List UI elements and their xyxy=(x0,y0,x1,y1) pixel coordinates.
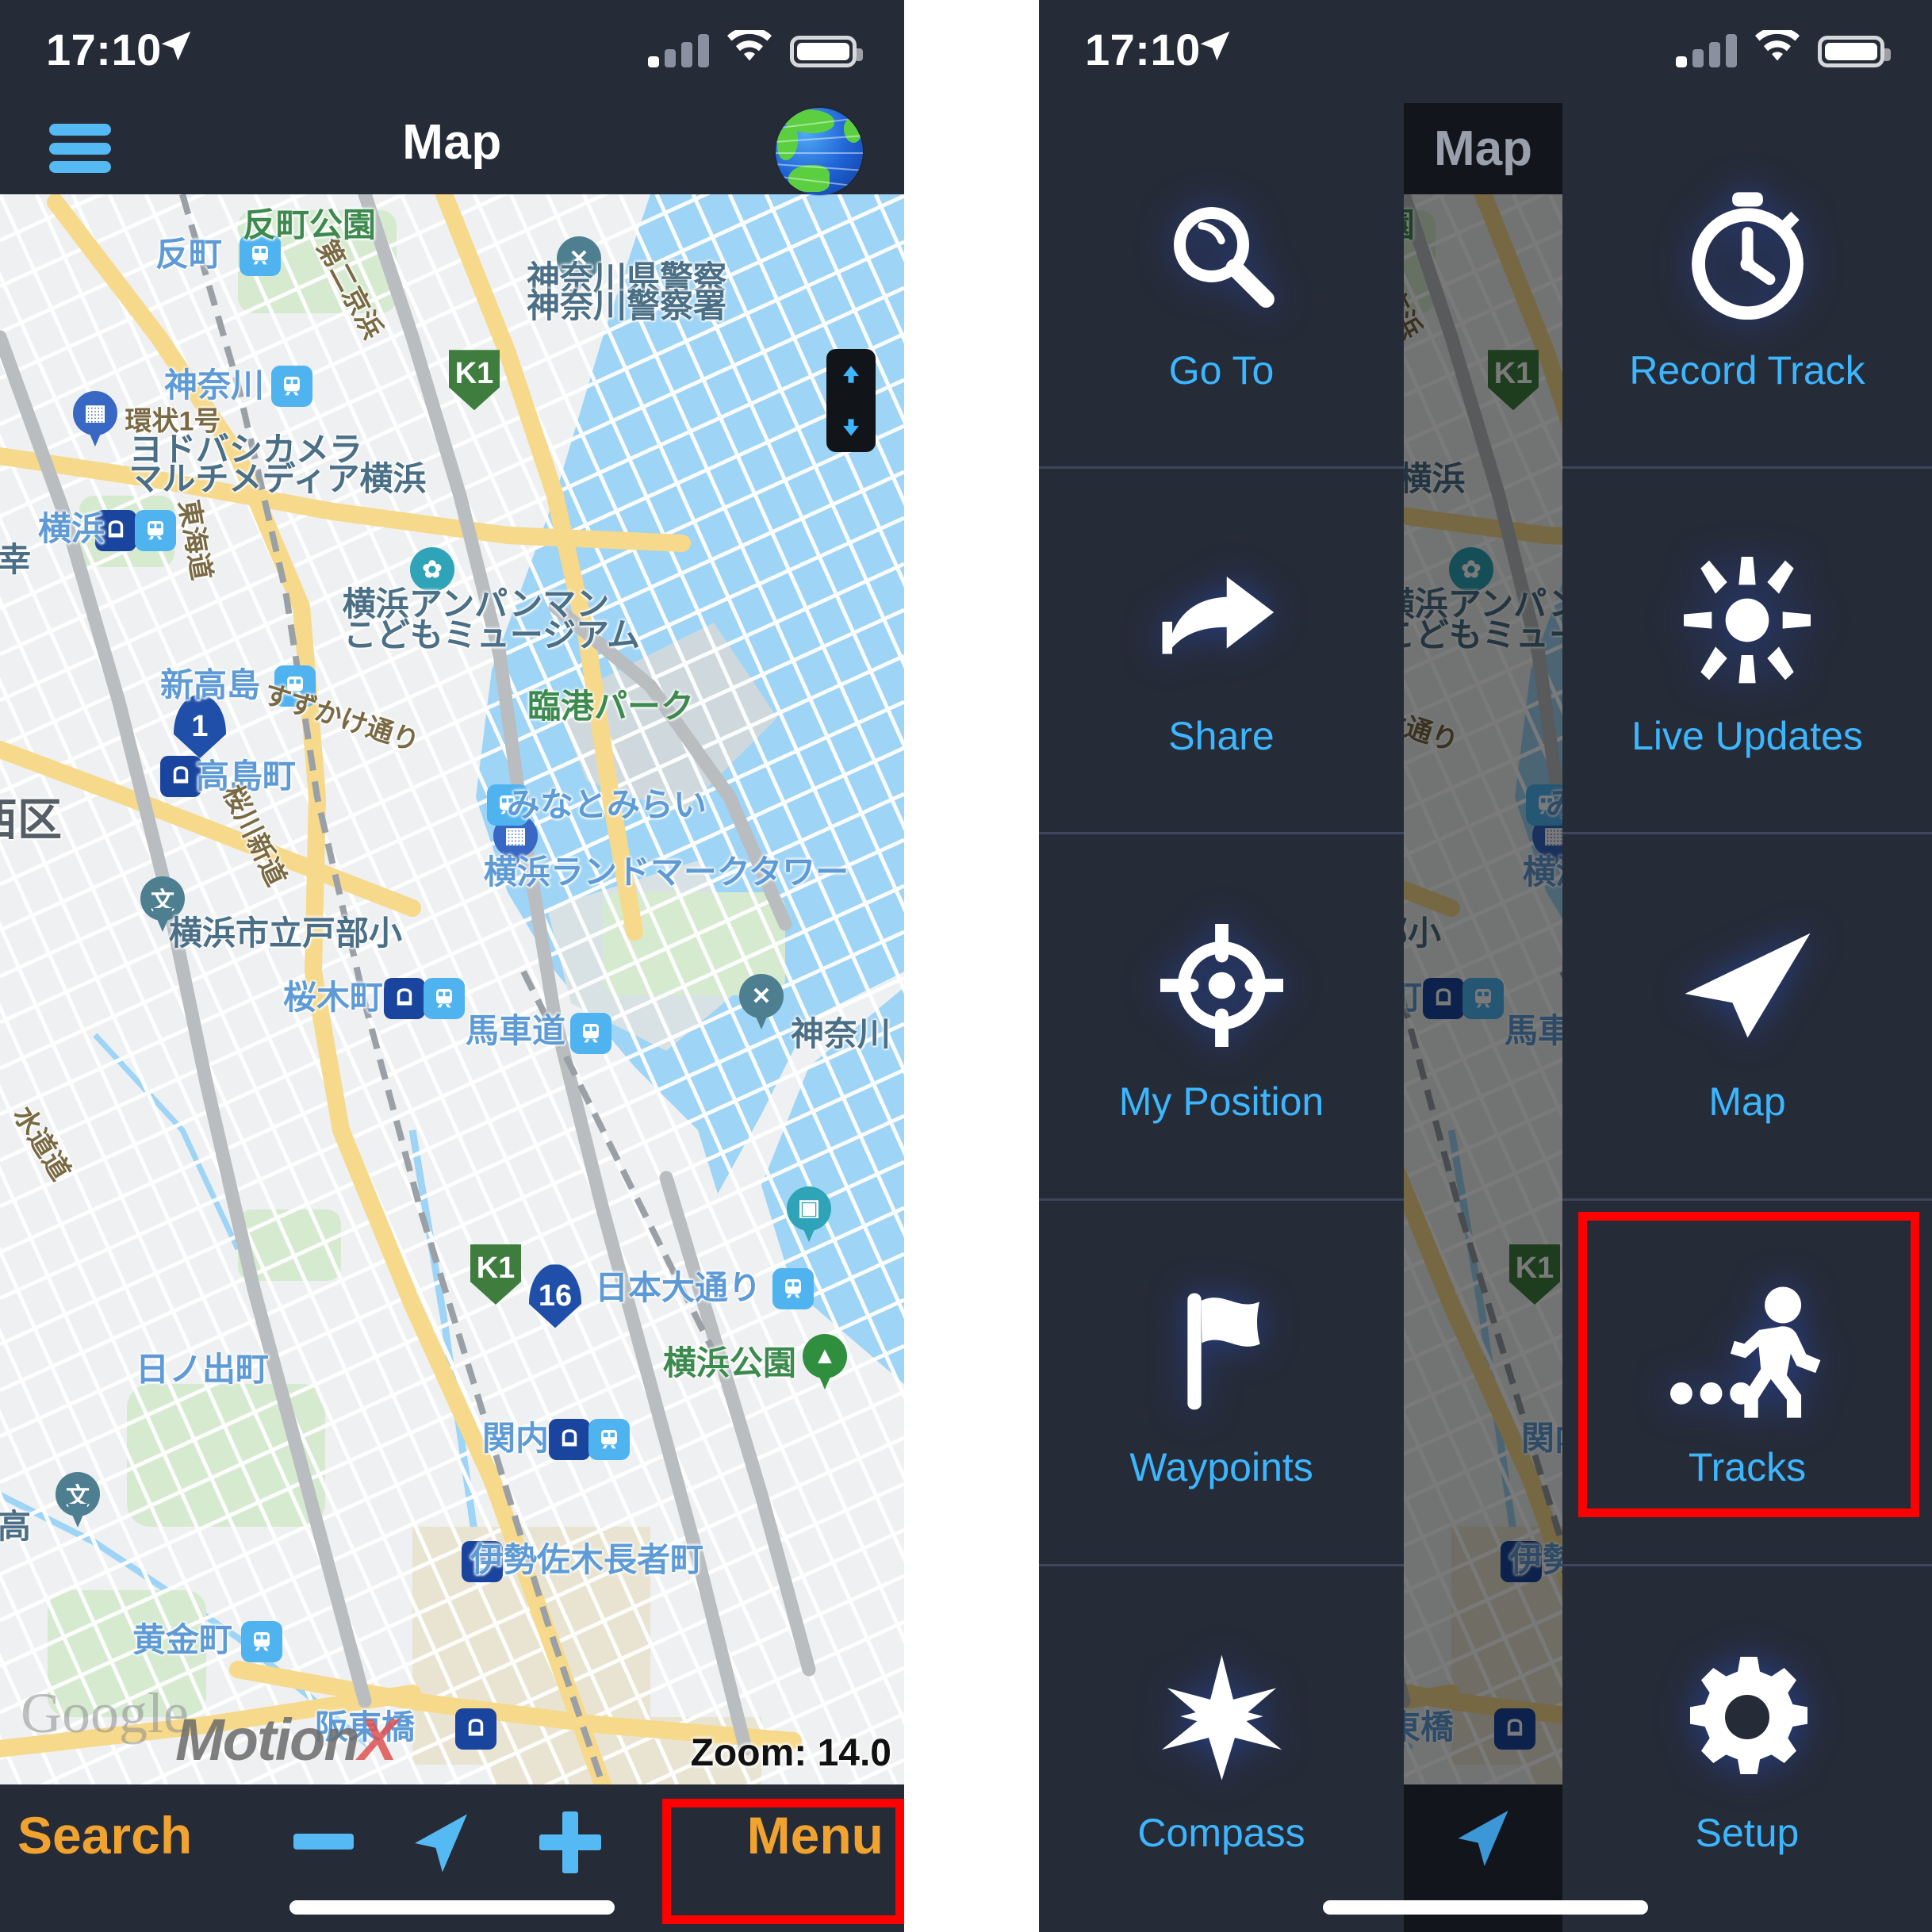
motionx-watermark: MotionX xyxy=(175,1706,397,1773)
battery-full-icon xyxy=(1818,36,1891,67)
motionx-watermark-text: Motion xyxy=(175,1707,359,1773)
map-pin[interactable]: ▦ xyxy=(73,391,117,448)
subway-station-icon[interactable] xyxy=(95,509,136,551)
train-station-icon[interactable] xyxy=(135,509,176,551)
globe-icon[interactable] xyxy=(776,108,863,195)
train-station-icon[interactable] xyxy=(487,784,528,826)
walking-person-icon xyxy=(1669,1276,1825,1427)
flag-icon xyxy=(1162,1276,1281,1427)
background-page-title: Map xyxy=(1434,121,1532,176)
menu-item-label: My Position xyxy=(1118,1079,1324,1124)
location-arrow-icon[interactable] xyxy=(406,1808,476,1878)
up-down-arrows-icon[interactable] xyxy=(826,349,876,452)
crosshair-icon xyxy=(1160,910,1283,1061)
home-indicator xyxy=(1323,1900,1648,1915)
menu-item-live-updates[interactable]: Live Updates xyxy=(1562,469,1932,836)
subway-station-icon[interactable] xyxy=(455,1708,496,1750)
status-bar-time: 17:10 xyxy=(46,25,162,75)
menu-item-waypoints[interactable]: Waypoints xyxy=(1039,1201,1404,1568)
battery-full-icon xyxy=(790,36,863,67)
menu-screen-panel: ✕▦✿▦文文✕▣▲K11K116反町公園反町第二京浜神奈川県警察神奈川警察署神奈… xyxy=(1039,0,1932,1932)
map-pin[interactable]: ✿ xyxy=(410,547,454,604)
menu-column-right: Record Track Live Updates Map Tracks Setup xyxy=(1562,0,1932,1932)
menu-item-label: Record Track xyxy=(1629,347,1865,393)
map-pin[interactable]: 文 xyxy=(140,876,185,933)
map-viewport[interactable]: ✕ ▦ ✿ ▦ 文文 ✕ ▣ ▲ K1 1 K1 16 反町公園 反町 第二京浜 神奈川県警察 神奈川警察署 神奈… xyxy=(0,194,904,1784)
subway-station-icon[interactable] xyxy=(549,1419,590,1461)
map-pin[interactable]: ✕ xyxy=(739,974,784,1031)
menu-item-label: Go To xyxy=(1168,347,1275,393)
train-station-icon[interactable] xyxy=(274,665,316,707)
menu-item-setup[interactable]: Setup xyxy=(1562,1566,1932,1932)
subway-station-icon[interactable] xyxy=(160,755,201,797)
cellular-signal-icon xyxy=(648,34,709,67)
stopwatch-icon xyxy=(1686,179,1809,330)
menu-item-label: Map xyxy=(1708,1079,1786,1124)
menu-item-go-to[interactable]: Go To xyxy=(1039,103,1404,470)
menu-item-compass[interactable]: Compass xyxy=(1039,1566,1404,1932)
wifi-icon xyxy=(1754,27,1800,67)
background-map-strip: ✕▦✿▦文文✕▣▲K11K116反町公園反町第二京浜神奈川県警察神奈川警察署神奈… xyxy=(1404,0,1562,1932)
location-arrow-icon xyxy=(1198,29,1232,63)
plus-icon[interactable] xyxy=(539,1811,601,1873)
map-pin[interactable]: 文 xyxy=(56,1471,100,1529)
gear-icon xyxy=(1684,1642,1811,1792)
menu-item-label: Tracks xyxy=(1688,1445,1807,1490)
map-toolbar: Search Menu xyxy=(0,1784,904,1932)
menu-item-label: Setup xyxy=(1695,1811,1800,1856)
train-station-icon[interactable] xyxy=(772,1268,814,1310)
menu-item-map[interactable]: Map xyxy=(1562,834,1932,1202)
page-title: Map xyxy=(402,115,502,170)
map-pin[interactable]: ▲ xyxy=(803,1334,847,1391)
menu-item-share[interactable]: Share xyxy=(1039,469,1404,836)
status-bar: 17:10 xyxy=(0,0,904,103)
share-arrow-icon xyxy=(1156,545,1287,696)
menu-item-record-track[interactable]: Record Track xyxy=(1562,103,1932,470)
map-pin[interactable]: ▣ xyxy=(787,1186,831,1244)
menu-item-my-position[interactable]: My Position xyxy=(1039,834,1404,1202)
status-bar-indicators xyxy=(1676,27,1891,67)
menu-item-tracks[interactable]: Tracks xyxy=(1562,1201,1932,1568)
map-pin[interactable]: ✕ xyxy=(557,236,601,293)
motionx-watermark-accent: X xyxy=(358,1707,397,1773)
menu-column-left: Go To Share My Position Waypoints Compass xyxy=(1039,0,1404,1932)
train-station-icon[interactable] xyxy=(241,1620,282,1662)
compass-star-icon xyxy=(1156,1642,1287,1792)
screenshot-stage: 17:10 Map ✕ ▦ ✿ ▦ 文 文 ✕ ▣ ▲ K1 1 K1 16 反… xyxy=(0,0,1932,1932)
status-bar-time: 17:10 xyxy=(1085,25,1201,75)
zoom-level-label: Zoom: 14.0 xyxy=(690,1732,891,1774)
menu-item-label: Waypoints xyxy=(1129,1445,1313,1490)
magnifier-icon xyxy=(1162,179,1281,330)
train-station-icon[interactable] xyxy=(570,1013,611,1055)
search-button[interactable]: Search xyxy=(17,1805,192,1865)
map-screen-panel: 17:10 Map ✕ ▦ ✿ ▦ 文 文 ✕ ▣ ▲ K1 1 K1 16 反… xyxy=(0,0,904,1932)
cellular-signal-icon xyxy=(1676,34,1737,67)
google-attribution: Google xyxy=(21,1681,189,1745)
menu-item-label: Live Updates xyxy=(1631,713,1863,758)
dim-overlay xyxy=(1404,0,1562,1932)
home-indicator xyxy=(289,1900,615,1915)
location-arrow-icon xyxy=(1678,910,1817,1061)
menu-button[interactable]: Menu xyxy=(747,1805,884,1865)
train-station-icon[interactable] xyxy=(240,235,281,277)
status-bar: 17:10 xyxy=(1039,0,1932,103)
train-station-icon[interactable] xyxy=(588,1419,630,1461)
menu-item-label: Share xyxy=(1168,713,1275,758)
location-arrow-icon xyxy=(159,29,194,63)
location-arrow-icon xyxy=(1458,1811,1508,1866)
map-canvas: ✕ ▦ ✿ ▦ 文文 ✕ ▣ ▲ K1 1 K1 16 反町公園 反町 第二京浜 神奈川県警察 神奈川警察署 神奈… xyxy=(0,194,904,1784)
subway-station-icon[interactable] xyxy=(384,978,425,1020)
menu-item-label: Compass xyxy=(1137,1811,1305,1856)
sun-burst-icon xyxy=(1684,545,1811,696)
subway-station-icon[interactable] xyxy=(462,1540,503,1582)
navigation-bar: Map xyxy=(0,103,904,195)
wifi-icon xyxy=(726,27,772,67)
train-station-icon[interactable] xyxy=(271,366,312,407)
train-station-icon[interactable] xyxy=(424,978,465,1020)
status-bar-indicators xyxy=(648,27,863,67)
minus-icon[interactable] xyxy=(293,1834,354,1850)
